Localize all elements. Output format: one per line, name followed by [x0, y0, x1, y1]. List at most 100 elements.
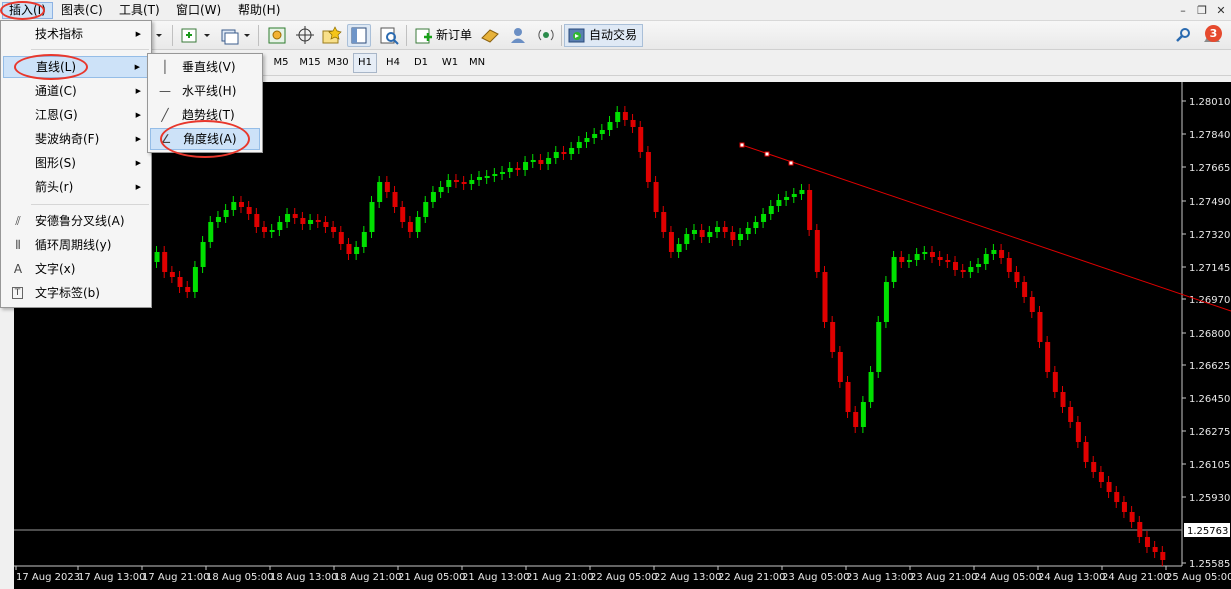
- candle-body: [500, 172, 506, 174]
- trendline: [741, 144, 1231, 312]
- timeframe-m15[interactable]: M15: [296, 53, 324, 73]
- candle-body: [891, 257, 897, 282]
- time-axis-label: 22 Aug 05:00: [590, 572, 657, 583]
- menu-item-vertical-line[interactable]: │ 垂直线(V): [150, 56, 260, 78]
- menu-item-cycle-lines[interactable]: ⦀ 循环周期线(y): [3, 234, 149, 256]
- time-axis-label: 21 Aug 21:00: [526, 572, 593, 583]
- candle-body: [738, 234, 744, 240]
- candle-body: [707, 232, 713, 237]
- timeframe-d1[interactable]: D1: [408, 53, 434, 73]
- toolbar-separator: [172, 25, 173, 46]
- menu-charts[interactable]: 图表(C): [55, 2, 109, 19]
- menu-item-label: 技术指标: [35, 27, 84, 41]
- candle-body: [484, 176, 490, 178]
- candle-body: [277, 222, 283, 230]
- candle-body: [899, 257, 905, 262]
- candle-body: [906, 260, 912, 262]
- candle-body: [1075, 422, 1081, 442]
- candle-body: [722, 227, 728, 232]
- crosshair-icon[interactable]: [293, 24, 317, 47]
- menu-item-label: 垂直线(V): [182, 60, 236, 74]
- menu-item-text[interactable]: A 文字(x): [3, 258, 149, 280]
- menu-window[interactable]: 窗口(W): [170, 2, 227, 19]
- price-axis-label: 1.26970: [1189, 295, 1230, 306]
- trendline-anchor: [764, 151, 770, 157]
- price-chart[interactable]: 1.28010 1.27840 1.27665 1.27490 1.27320 1.271…: [14, 82, 1231, 589]
- search-icon[interactable]: [1172, 24, 1196, 47]
- time-axis-label: 24 Aug 13:00: [1038, 572, 1105, 583]
- menu-tools[interactable]: 工具(T): [113, 2, 166, 19]
- menu-item-indicators[interactable]: 技术指标 ▶: [3, 23, 149, 45]
- candle-body: [292, 214, 298, 218]
- dropdown-arrow-icon[interactable]: [152, 24, 166, 47]
- time-axis-label: 17 Aug 13:00: [78, 572, 145, 583]
- menu-item-channels[interactable]: 通道(C) ▶: [3, 80, 149, 102]
- timeframe-w1[interactable]: W1: [437, 53, 463, 73]
- candle-body: [883, 282, 889, 322]
- menu-help[interactable]: 帮助(H): [232, 2, 286, 19]
- new-chart-icon[interactable]: [178, 24, 214, 47]
- menu-item-gann[interactable]: 江恩(G) ▶: [3, 104, 149, 126]
- mt4-window: 插入(I) 图表(C) 工具(T) 窗口(W) 帮助(H) – ❐ ✕ 新订单 …: [0, 0, 1231, 589]
- candle-body: [461, 182, 467, 184]
- strategy-tester-icon[interactable]: [377, 24, 401, 47]
- trendline-icon: ╱: [161, 108, 169, 122]
- candle-body: [231, 202, 237, 210]
- price-axis-label: 1.26800: [1189, 329, 1230, 340]
- new-order-button[interactable]: 新订单: [412, 24, 477, 47]
- auto-trading-label: 自动交易: [589, 28, 638, 42]
- candle-body: [430, 192, 436, 202]
- menu-item-shapes[interactable]: 图形(S) ▶: [3, 152, 149, 174]
- timeframe-m30[interactable]: M30: [324, 53, 352, 73]
- timeframe-h1[interactable]: H1: [353, 53, 377, 73]
- candle-body: [983, 254, 989, 264]
- market-watch-icon[interactable]: [265, 24, 289, 47]
- menu-item-text-label[interactable]: T 文字标签(b): [3, 282, 149, 304]
- close-icon[interactable]: ✕: [1214, 4, 1228, 17]
- favorites-icon[interactable]: [320, 24, 344, 47]
- notifications-icon[interactable]: 3: [1200, 24, 1224, 47]
- candle-body: [960, 270, 966, 272]
- candle-body: [1037, 312, 1043, 342]
- candle-body: [945, 260, 951, 262]
- candle-body: [999, 250, 1005, 258]
- candle-body: [914, 254, 920, 260]
- candle-body: [177, 277, 183, 287]
- menu-item-andrews-pitchfork[interactable]: ⫽ 安德鲁分叉线(A): [3, 210, 149, 232]
- toolbar-separator: [258, 25, 259, 46]
- candle-body: [791, 194, 797, 197]
- timeframe-m5[interactable]: M5: [268, 53, 294, 73]
- menu-item-label: 安德鲁分叉线(A): [35, 214, 125, 228]
- menu-item-horizontal-line[interactable]: — 水平线(H): [150, 80, 260, 102]
- menu-item-fibonacci[interactable]: 斐波纳奇(F) ▶: [3, 128, 149, 150]
- candle-body: [584, 138, 590, 142]
- horizontal-line-icon: —: [159, 84, 171, 98]
- cycle-lines-icon: ⦀: [15, 238, 21, 252]
- candle-body: [576, 142, 582, 148]
- candle-body: [169, 272, 175, 277]
- menu-item-arrows[interactable]: 箭头(r) ▶: [3, 176, 149, 198]
- timeframe-h4[interactable]: H4: [380, 53, 406, 73]
- candle-body: [208, 222, 214, 242]
- navigator-icon[interactable]: [347, 24, 371, 47]
- candle-body: [553, 152, 559, 158]
- time-axis-label: 18 Aug 05:00: [206, 572, 273, 583]
- candle-body: [1052, 372, 1058, 392]
- candle-body: [254, 214, 260, 227]
- restore-icon[interactable]: ❐: [1195, 4, 1209, 17]
- minimize-icon[interactable]: –: [1176, 4, 1190, 17]
- timeframe-mn[interactable]: MN: [463, 53, 491, 73]
- candle-body: [1029, 297, 1035, 312]
- chart-canvas[interactable]: 1.28010 1.27840 1.27665 1.27490 1.27320 1.271…: [14, 82, 1231, 589]
- profiles-icon[interactable]: [218, 24, 254, 47]
- auto-trading-button[interactable]: 自动交易: [564, 24, 644, 47]
- new-order-label: 新订单: [436, 28, 473, 42]
- candle-body: [192, 267, 198, 292]
- candle-body: [807, 190, 813, 230]
- candle-body: [1068, 407, 1074, 422]
- signals-icon[interactable]: [506, 24, 530, 47]
- broadcast-icon[interactable]: [534, 24, 558, 47]
- candle-body: [814, 230, 820, 272]
- metaeditor-icon[interactable]: [478, 24, 502, 47]
- candle-body: [622, 112, 628, 120]
